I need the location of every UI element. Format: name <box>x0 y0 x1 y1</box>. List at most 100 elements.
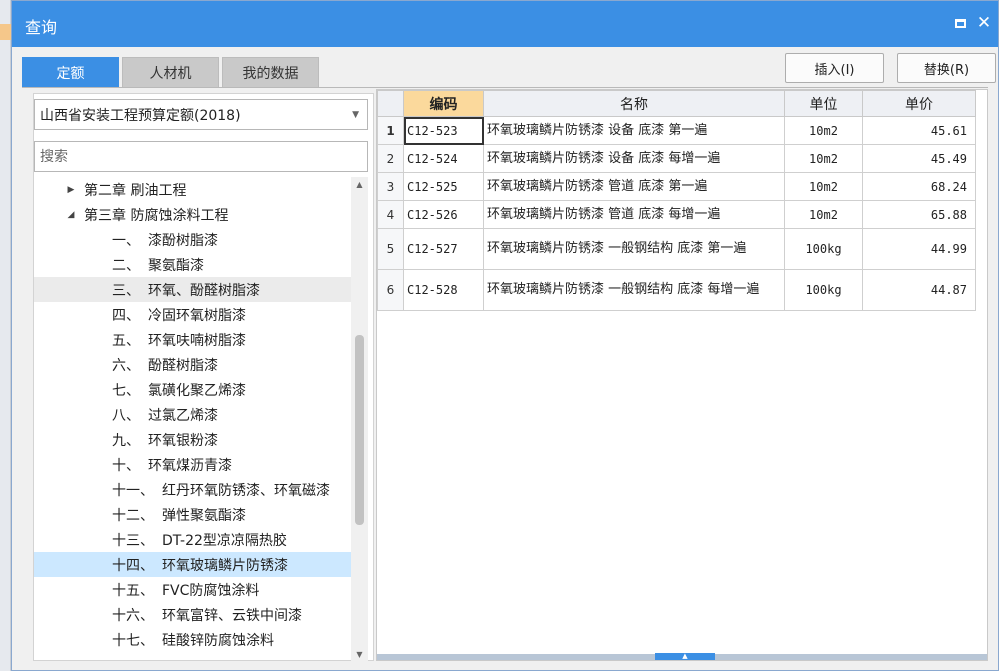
quota-grid: 编码 名称 单位 单价 1 C12-523 环氧玻璃鳞片防锈漆 设备 底漆 第一… <box>376 89 988 661</box>
section-number: 十一、 <box>112 482 154 499</box>
section-label: 聚氨酯漆 <box>148 257 204 274</box>
header-name[interactable]: 名称 <box>483 90 785 117</box>
tree-item-section[interactable]: 八、 过氯乙烯漆 <box>34 402 351 427</box>
background-app-edge <box>0 0 11 671</box>
chevron-down-icon[interactable]: ▼ <box>352 110 359 120</box>
replace-button[interactable]: 替换(R) <box>897 53 996 83</box>
query-dialog: 查询 ✕ 定额 人材机 我的数据 插入(I) 替换(R) 山西省安装工程预算定额… <box>11 0 999 671</box>
cell-unit[interactable]: 100kg <box>784 269 863 311</box>
tab-my-data[interactable]: 我的数据 <box>222 57 319 87</box>
cell-price[interactable]: 65.88 <box>862 200 976 229</box>
tree-item-section[interactable]: 十三、 DT-22型凉凉隔热胶 <box>34 527 351 552</box>
cell-name[interactable]: 环氧玻璃鳞片防锈漆 管道 底漆 第一遍 <box>483 172 785 201</box>
section-number: 十四、 <box>112 557 154 574</box>
tree-item-section-selected[interactable]: 十四、 环氧玻璃鳞片防锈漆 <box>34 552 351 577</box>
cell-code[interactable]: C12-523 <box>403 116 484 145</box>
table-row[interactable]: 1 C12-523 环氧玻璃鳞片防锈漆 设备 底漆 第一遍 10m2 45.61 <box>377 116 976 145</box>
tree-item-section[interactable]: 一、 漆酚树脂漆 <box>34 227 351 252</box>
tree-item-section[interactable]: 二、 聚氨酯漆 <box>34 252 351 277</box>
section-label: 氯磺化聚乙烯漆 <box>148 382 246 399</box>
header-code[interactable]: 编码 <box>403 90 484 117</box>
cell-price[interactable]: 45.61 <box>862 116 976 145</box>
tree-item-section[interactable]: 十二、 弹性聚氨酯漆 <box>34 502 351 527</box>
close-icon: ✕ <box>976 13 992 33</box>
insert-button[interactable]: 插入(I) <box>785 53 884 83</box>
tree-item-chapter-3[interactable]: ◢ 第三章 防腐蚀涂料工程 <box>34 202 351 227</box>
cell-code[interactable]: C12-528 <box>403 269 484 311</box>
cell-price[interactable]: 45.49 <box>862 144 976 173</box>
tree-item-section[interactable]: 五、 环氧呋喃树脂漆 <box>34 327 351 352</box>
tree-item-section[interactable]: 十六、 环氧富锌、云铁中间漆 <box>34 602 351 627</box>
close-button[interactable]: ✕ <box>976 13 992 33</box>
section-label: 环氧富锌、云铁中间漆 <box>162 607 302 624</box>
maximize-button[interactable] <box>952 15 968 31</box>
section-number: 八、 <box>112 407 140 424</box>
section-number: 十、 <box>112 457 140 474</box>
cell-name[interactable]: 环氧玻璃鳞片防锈漆 设备 底漆 每增一遍 <box>483 144 785 173</box>
tree-item-section[interactable]: 六、 酚醛树脂漆 <box>34 352 351 377</box>
tree-item-section[interactable]: 七、 氯磺化聚乙烯漆 <box>34 377 351 402</box>
header-unit[interactable]: 单位 <box>784 90 863 117</box>
tree-item-section[interactable]: 四、 冷固环氧树脂漆 <box>34 302 351 327</box>
scroll-down-icon[interactable]: ▼ <box>351 647 368 661</box>
collapse-up-icon[interactable]: ▲ <box>655 653 715 660</box>
tab-labor-material-machine[interactable]: 人材机 <box>122 57 219 87</box>
cell-name[interactable]: 环氧玻璃鳞片防锈漆 一般钢结构 底漆 每增一遍 <box>483 269 785 311</box>
cell-name[interactable]: 环氧玻璃鳞片防锈漆 设备 底漆 第一遍 <box>483 116 785 145</box>
section-label: 弹性聚氨酯漆 <box>162 507 246 524</box>
tree-item-section-hovered[interactable]: 三、 环氧、酚醛树脂漆 <box>34 277 351 302</box>
section-number: 十七、 <box>112 632 154 649</box>
cell-price[interactable]: 44.87 <box>862 269 976 311</box>
scroll-up-icon[interactable]: ▲ <box>351 177 368 191</box>
table-row[interactable]: 6 C12-528 环氧玻璃鳞片防锈漆 一般钢结构 底漆 每增一遍 100kg … <box>377 269 976 311</box>
section-number: 十六、 <box>112 607 154 624</box>
cell-price[interactable]: 44.99 <box>862 228 976 270</box>
section-number: 九、 <box>112 432 140 449</box>
chapter-tree: ▶ 第二章 刷油工程 ◢ 第三章 防腐蚀涂料工程 一、 漆酚树脂漆 二、 聚氨酯漆 … <box>34 177 351 661</box>
cell-unit[interactable]: 10m2 <box>784 200 863 229</box>
cell-name[interactable]: 环氧玻璃鳞片防锈漆 管道 底漆 每增一遍 <box>483 200 785 229</box>
section-label: FVC防腐蚀涂料 <box>162 582 260 599</box>
row-index: 6 <box>377 269 404 311</box>
cell-code[interactable]: C12-526 <box>403 200 484 229</box>
cell-code[interactable]: C12-527 <box>403 228 484 270</box>
table-row[interactable]: 2 C12-524 环氧玻璃鳞片防锈漆 设备 底漆 每增一遍 10m2 45.4… <box>377 144 976 173</box>
window-title: 查询 <box>25 18 58 37</box>
cell-name[interactable]: 环氧玻璃鳞片防锈漆 一般钢结构 底漆 第一遍 <box>483 228 785 270</box>
tree-item-section[interactable]: 十一、 红丹环氧防锈漆、环氧磁漆 <box>34 477 351 502</box>
chevron-right-icon[interactable]: ▶ <box>64 185 78 195</box>
title-bar[interactable]: 查询 ✕ <box>12 1 998 47</box>
cell-unit[interactable]: 100kg <box>784 228 863 270</box>
table-row[interactable]: 5 C12-527 环氧玻璃鳞片防锈漆 一般钢结构 底漆 第一遍 100kg 4… <box>377 228 976 270</box>
scrollbar-thumb[interactable] <box>355 335 364 525</box>
section-number: 七、 <box>112 382 140 399</box>
cell-code[interactable]: C12-524 <box>403 144 484 173</box>
section-label: 冷固环氧树脂漆 <box>148 307 246 324</box>
tree-item-section[interactable]: 九、 环氧银粉漆 <box>34 427 351 452</box>
cell-price[interactable]: 68.24 <box>862 172 976 201</box>
section-number: 四、 <box>112 307 140 324</box>
tree-item-section[interactable]: 十五、 FVC防腐蚀涂料 <box>34 577 351 602</box>
header-price[interactable]: 单价 <box>862 90 976 117</box>
section-label: 环氧呋喃树脂漆 <box>148 332 246 349</box>
search-input[interactable] <box>34 141 368 172</box>
section-label: 环氧、酚醛树脂漆 <box>148 282 260 299</box>
section-label: 酚醛树脂漆 <box>148 357 218 374</box>
cell-code[interactable]: C12-525 <box>403 172 484 201</box>
tab-quota[interactable]: 定额 <box>22 57 119 87</box>
table-row[interactable]: 4 C12-526 环氧玻璃鳞片防锈漆 管道 底漆 每增一遍 10m2 65.8… <box>377 200 976 229</box>
cell-unit[interactable]: 10m2 <box>784 172 863 201</box>
expanded-triangle-icon[interactable]: ◢ <box>64 210 78 220</box>
tree-item-section[interactable]: 十、 环氧煤沥青漆 <box>34 452 351 477</box>
grid-splitter[interactable]: ▲ <box>377 653 987 660</box>
tree-scrollbar[interactable]: ▲ ▼ <box>351 177 368 661</box>
table-row[interactable]: 3 C12-525 环氧玻璃鳞片防锈漆 管道 底漆 第一遍 10m2 68.24 <box>377 172 976 201</box>
tab-divider <box>22 87 988 88</box>
cell-unit[interactable]: 10m2 <box>784 144 863 173</box>
library-select[interactable]: 山西省安装工程预算定额(2018) ▼ <box>34 99 368 130</box>
cell-unit[interactable]: 10m2 <box>784 116 863 145</box>
section-number: 二、 <box>112 257 140 274</box>
tree-item-section[interactable]: 十七、 硅酸锌防腐蚀涂料 <box>34 627 351 652</box>
section-number: 一、 <box>112 232 140 249</box>
tree-item-chapter-2[interactable]: ▶ 第二章 刷油工程 <box>34 177 351 202</box>
